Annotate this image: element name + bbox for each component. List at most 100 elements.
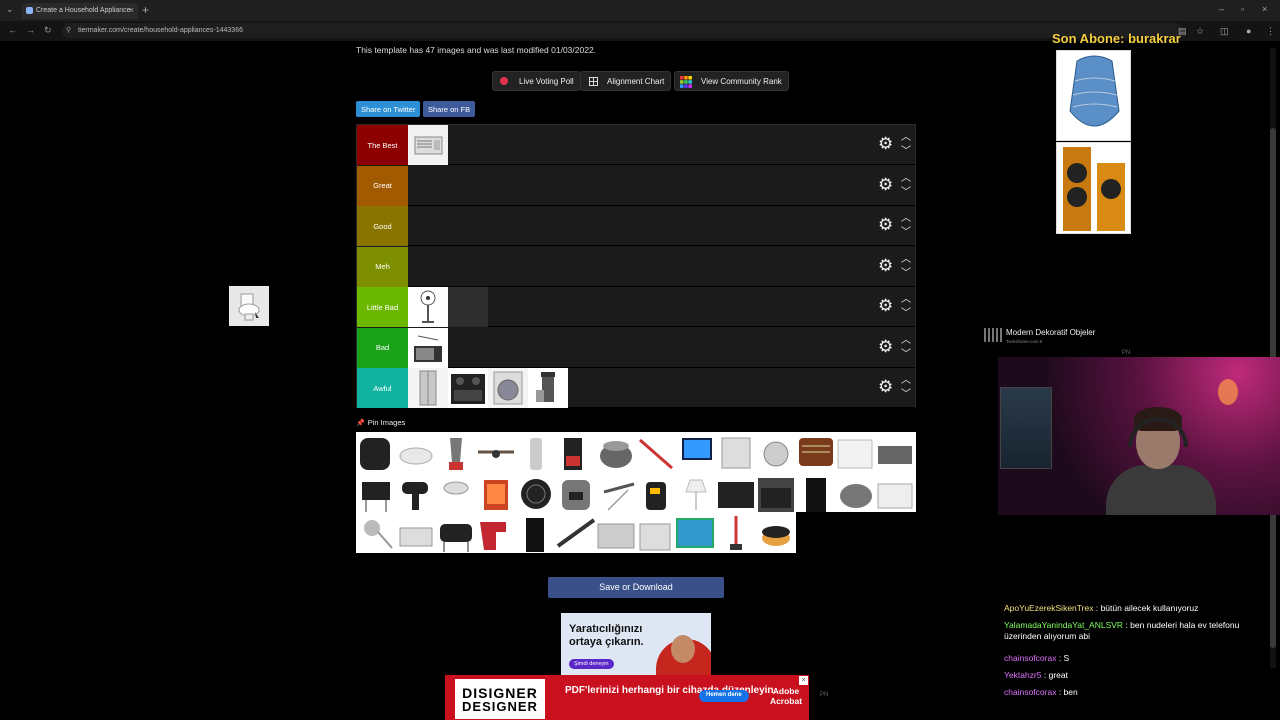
tier-label[interactable]: Good <box>357 206 408 246</box>
colored-grid-icon <box>680 76 692 88</box>
creative-ad-banner[interactable]: Yaratıcılığınızı ortaya çıkarın. Şimdi d… <box>561 613 711 675</box>
move-tier-down-icon[interactable]: ﹀ <box>901 147 911 157</box>
tier-label[interactable]: Little Bad <box>357 287 408 327</box>
washing-machine-icon <box>493 371 523 405</box>
close-window-icon[interactable]: × <box>1262 4 1267 14</box>
move-tier-up-icon[interactable]: ︿ <box>901 376 911 386</box>
tier-item-microwave[interactable] <box>408 327 448 368</box>
tier-item-fan[interactable] <box>408 287 448 327</box>
kettle-icon <box>646 482 666 510</box>
url-field[interactable]: tiermaker.com/create/household-appliance… <box>62 23 1182 38</box>
ironing-board-icon <box>603 482 635 511</box>
pin-icon: 📌 <box>356 420 365 427</box>
shop-promo[interactable]: Modern Dekoratif Objeler Twinshome.com.t… <box>984 326 1144 346</box>
live-voting-poll-button[interactable]: Live Voting Poll <box>492 71 581 91</box>
bathtub-icon <box>399 447 433 465</box>
tier-label[interactable]: Great <box>357 165 408 206</box>
forward-icon[interactable]: → <box>26 25 35 35</box>
menu-kebab-icon[interactable]: ⋮ <box>1266 26 1275 37</box>
browser-tab[interactable]: Create a Household Appliance × <box>22 3 138 19</box>
ad-cta-button[interactable]: Şimdi deneyin <box>569 659 614 669</box>
hand-mixer-icon <box>443 481 469 495</box>
tier-item-thermos[interactable] <box>528 368 568 408</box>
tier-settings-gear-icon[interactable]: ⚙ <box>878 378 893 396</box>
tier-item-stove[interactable] <box>448 368 488 408</box>
ad-try-now-button[interactable]: Hemen dene <box>699 690 749 702</box>
new-tab-icon[interactable]: + <box>142 3 149 17</box>
chat-username: chainsofcorax <box>1004 653 1057 663</box>
tier-settings-gear-icon[interactable]: ⚙ <box>878 135 893 153</box>
stream-pn-label: PN <box>1122 350 1131 356</box>
back-icon[interactable]: ← <box>8 25 17 35</box>
pin-images-toggle[interactable]: 📌 Pin Images <box>356 418 405 427</box>
rice-cooker-icon <box>840 484 872 508</box>
move-tier-down-icon[interactable]: ﹀ <box>901 390 911 400</box>
chat-message: ApoYuEzerekSikenTrex : bütün ailecek kul… <box>1004 603 1276 614</box>
gas-grill-icon <box>362 482 390 512</box>
tier-settings-gear-icon[interactable]: ⚙ <box>878 297 893 315</box>
vase-icon <box>1063 147 1125 231</box>
tier-label[interactable]: Bad <box>357 327 408 368</box>
url-text: tiermaker.com/create/household-appliance… <box>78 27 243 34</box>
tier-item-washing-machine[interactable] <box>488 368 528 408</box>
tier-settings-gear-icon[interactable]: ⚙ <box>878 337 893 356</box>
grid-icon <box>589 77 598 86</box>
move-tier-down-icon[interactable]: ﹀ <box>901 309 911 319</box>
restore-icon[interactable]: ▫ <box>1241 4 1244 14</box>
move-tier-up-icon[interactable]: ︿ <box>901 335 911 346</box>
air-purifier-icon <box>530 438 542 470</box>
stove-icon <box>451 374 485 404</box>
oven-icon <box>758 478 794 512</box>
tab-search-icon[interactable]: ⌄ <box>6 4 14 15</box>
move-tier-up-icon[interactable]: ︿ <box>901 214 911 224</box>
ad-person-face <box>671 635 695 663</box>
bookmark-star-icon[interactable]: ☆ <box>1196 26 1204 37</box>
tier-label[interactable]: Meh <box>357 246 408 287</box>
acrobat-ad-banner[interactable]: DISIGNER DESIGNER PDF'lerinizi herhangi b… <box>445 675 809 720</box>
tier-row-good: Good ⚙ ︿ ﹀ <box>357 206 915 246</box>
move-tier-down-icon[interactable]: ﹀ <box>901 349 911 360</box>
pin-images-label: Pin Images <box>367 418 406 427</box>
tab-favicon-icon <box>26 7 33 14</box>
minimize-icon[interactable]: – <box>1219 4 1224 14</box>
tier-settings-gear-icon[interactable]: ⚙ <box>878 256 893 275</box>
extensions-icon[interactable]: ◫ <box>1220 26 1229 37</box>
space-heater-icon <box>484 480 508 510</box>
share-fb-button[interactable]: Share on FB <box>423 101 476 117</box>
profile-avatar-icon[interactable]: ● <box>1246 26 1251 36</box>
pool-empty-area <box>796 512 916 553</box>
tier-list: The Best ⚙ ︿ ﹀ Great ⚙ ︿ ﹀ Good ⚙ ︿ ﹀ Me… <box>356 124 916 408</box>
chat-text: : ben <box>1058 687 1078 697</box>
move-tier-up-icon[interactable]: ︿ <box>901 133 911 143</box>
close-tab-icon[interactable]: × <box>129 5 134 15</box>
tier-label[interactable]: The Best <box>357 125 408 165</box>
tier-item-air-conditioner[interactable] <box>408 125 448 165</box>
smoker-icon <box>440 524 472 552</box>
alignment-chart-button[interactable]: Alignment Chart <box>580 71 672 91</box>
dishwasher-icon <box>721 437 751 469</box>
coffee-maker-icon <box>564 438 582 470</box>
move-tier-up-icon[interactable]: ︿ <box>901 173 911 184</box>
tier-row-little-bad: Little Bad ⚙ ︿ ﹀ <box>357 287 915 327</box>
move-tier-up-icon[interactable]: ︿ <box>901 254 911 265</box>
microwave-icon <box>718 482 754 508</box>
computer-icon <box>682 438 712 460</box>
share-twitter-button[interactable]: Share on Twitter <box>356 101 421 117</box>
move-tier-up-icon[interactable]: ︿ <box>901 295 911 305</box>
freezer-icon <box>837 439 873 469</box>
ad-pn-label: PN <box>820 692 829 698</box>
move-tier-down-icon[interactable]: ﹀ <box>901 268 911 279</box>
tier-item-refrigerator[interactable] <box>408 368 448 408</box>
move-tier-down-icon[interactable]: ﹀ <box>901 228 911 238</box>
tier-settings-gear-icon[interactable]: ⚙ <box>878 216 893 234</box>
ad-close-icon[interactable]: × <box>799 676 808 685</box>
tier-settings-gear-icon[interactable]: ⚙ <box>878 175 893 194</box>
site-info-icon[interactable]: ⚲ <box>66 26 71 34</box>
refrigerator-icon <box>419 370 437 406</box>
move-tier-down-icon[interactable]: ﹀ <box>901 187 911 198</box>
tier-label[interactable]: Awful <box>357 368 408 408</box>
save-or-download-button[interactable]: Save or Download <box>548 577 724 598</box>
reload-icon[interactable]: ↻ <box>44 25 52 36</box>
view-community-rank-button[interactable]: View Community Rank <box>674 71 789 91</box>
dragged-item-toilet[interactable] <box>229 286 269 326</box>
